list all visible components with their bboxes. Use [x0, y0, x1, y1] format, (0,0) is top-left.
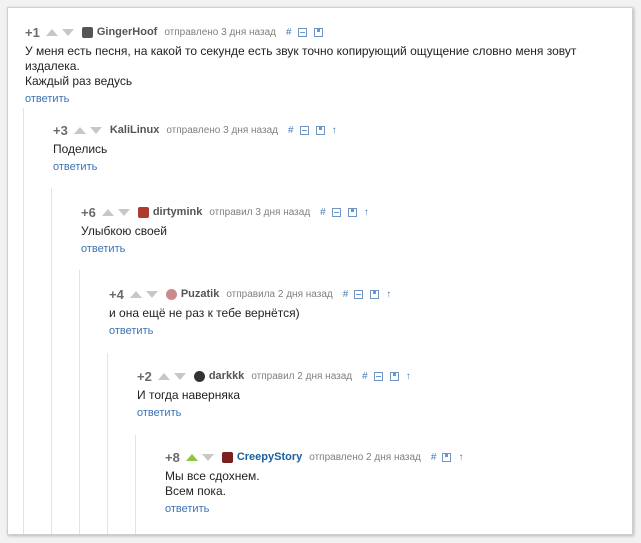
upvote-icon[interactable]: [45, 28, 58, 36]
creepystory-avatar-icon[interactable]: [221, 451, 233, 463]
reply-link[interactable]: ответить: [53, 161, 97, 173]
comment-text-line: и она ещё не раз к тебе вернётся): [109, 306, 300, 320]
reply-link[interactable]: ответить: [109, 325, 153, 337]
permalink-icon[interactable]: #: [286, 27, 292, 38]
parent-arrow-icon[interactable]: ↑: [458, 452, 463, 463]
comment: +4 Puzatik отправила 2 дня назад # ↑ и о…: [109, 286, 609, 339]
downvote-icon[interactable]: [173, 372, 186, 380]
downvote-icon[interactable]: [117, 208, 130, 216]
permalink-icon[interactable]: #: [362, 371, 368, 382]
comment-text-line: Поделись: [53, 142, 108, 156]
comment-body: И тогда наверняка: [137, 388, 607, 403]
rating-value: +2: [137, 368, 152, 384]
save-icon[interactable]: [347, 207, 357, 217]
save-icon[interactable]: [442, 452, 452, 462]
upvote-icon[interactable]: [157, 372, 170, 380]
rating-value: +4: [109, 286, 124, 302]
rating-value: +3: [53, 122, 68, 138]
upvote-icon[interactable]: [129, 290, 142, 298]
upvote-icon[interactable]: [101, 208, 114, 216]
comments-panel: +1 GingerHoof отправлено 3 дня назад # У…: [7, 7, 633, 535]
permalink-icon[interactable]: #: [431, 452, 437, 463]
ginger-avatar-icon[interactable]: [81, 26, 93, 38]
parent-arrow-icon[interactable]: ↑: [364, 207, 369, 218]
author-link[interactable]: KaliLinux: [110, 124, 160, 136]
comment-text-line: Мы все сдохнем.: [165, 469, 260, 483]
comment-text-line: Улыбкою своей: [81, 224, 168, 238]
darkkk-avatar-icon[interactable]: [193, 370, 205, 382]
permalink-icon[interactable]: #: [320, 207, 326, 218]
parent-arrow-icon[interactable]: ↑: [332, 125, 337, 136]
thread-line: [107, 353, 108, 534]
comment-body: Поделись: [53, 142, 613, 157]
save-icon[interactable]: [389, 371, 399, 381]
comment: +6 dirtymink отправил 3 дня назад # ↑ Ул…: [81, 204, 611, 257]
comment-body: Мы все сдохнем. Всем пока.: [165, 469, 605, 499]
parent-arrow-icon[interactable]: ↑: [386, 289, 391, 300]
collapse-icon[interactable]: [297, 27, 307, 37]
comment-body: Улыбкою своей: [81, 224, 611, 239]
save-icon[interactable]: [315, 125, 325, 135]
author-link[interactable]: Puzatik: [181, 288, 220, 300]
comment-header: +1 GingerHoof отправлено 3 дня назад #: [25, 24, 625, 40]
author-link[interactable]: CreepyStory: [237, 451, 302, 463]
rating-value: +6: [81, 204, 96, 220]
timestamp: отправила 2 дня назад: [226, 288, 333, 300]
reply-link[interactable]: ответить: [81, 243, 125, 255]
collapse-icon[interactable]: [299, 125, 309, 135]
comment: +1 GingerHoof отправлено 3 дня назад # У…: [25, 24, 625, 107]
parent-arrow-icon[interactable]: ↑: [406, 371, 411, 382]
comment-header: +2 darkkk отправил 2 дня назад # ↑: [137, 368, 607, 384]
author-link[interactable]: dirtymink: [153, 206, 203, 218]
collapse-icon[interactable]: [373, 371, 383, 381]
timestamp: отправлено 3 дня назад: [166, 124, 278, 136]
rating-value: +8: [165, 449, 180, 465]
comment-text-line: И тогда наверняка: [137, 388, 241, 402]
comment-text-line: Каждый раз ведусь: [25, 74, 133, 88]
comment-header: +6 dirtymink отправил 3 дня назад # ↑: [81, 204, 611, 220]
save-icon[interactable]: [370, 289, 380, 299]
upvote-icon[interactable]: [185, 453, 198, 461]
downvote-icon[interactable]: [145, 290, 158, 298]
reply-link[interactable]: ответить: [165, 503, 209, 515]
comment: +8 CreepyStory отправлено 2 дня назад # …: [165, 449, 605, 517]
author-link[interactable]: darkkk: [209, 370, 244, 382]
comment-body: У меня есть песня, на какой то секунде е…: [25, 44, 625, 89]
reply-link[interactable]: ответить: [137, 407, 181, 419]
permalink-icon[interactable]: #: [288, 125, 294, 136]
comment-header: +3 KaliLinux отправлено 3 дня назад # ↑: [53, 122, 613, 138]
comment: +3 KaliLinux отправлено 3 дня назад # ↑ …: [53, 122, 613, 175]
permalink-icon[interactable]: #: [343, 289, 349, 300]
downvote-icon[interactable]: [89, 126, 102, 134]
downvote-icon[interactable]: [61, 28, 74, 36]
comment-text-line: Всем пока.: [165, 484, 226, 498]
comment-text-line: У меня есть песня, на какой то секунде е…: [25, 44, 577, 73]
comment-body: и она ещё не раз к тебе вернётся): [109, 306, 609, 321]
rating-value: +1: [25, 24, 40, 40]
timestamp: отправил 3 дня назад: [209, 206, 311, 218]
collapse-icon[interactable]: [354, 289, 364, 299]
comment-header: +4 Puzatik отправила 2 дня назад # ↑: [109, 286, 609, 302]
author-link[interactable]: GingerHoof: [97, 26, 158, 38]
timestamp: отправлено 3 дня назад: [164, 26, 276, 38]
upvote-icon[interactable]: [73, 126, 86, 134]
thread-line: [23, 108, 24, 534]
puzatik-avatar-icon[interactable]: [165, 288, 177, 300]
thread-line: [51, 188, 52, 534]
thread-line: [135, 435, 136, 534]
thread-line: [79, 270, 80, 534]
comment: +2 darkkk отправил 2 дня назад # ↑ И тог…: [137, 368, 607, 421]
timestamp: отправил 2 дня назад: [251, 370, 353, 382]
timestamp: отправлено 2 дня назад: [309, 451, 421, 463]
reply-link[interactable]: ответить: [25, 93, 69, 105]
comment-header: +8 CreepyStory отправлено 2 дня назад # …: [165, 449, 605, 465]
mink-avatar-icon[interactable]: [137, 206, 149, 218]
collapse-icon[interactable]: [331, 207, 341, 217]
downvote-icon[interactable]: [201, 453, 214, 461]
save-icon[interactable]: [313, 27, 323, 37]
